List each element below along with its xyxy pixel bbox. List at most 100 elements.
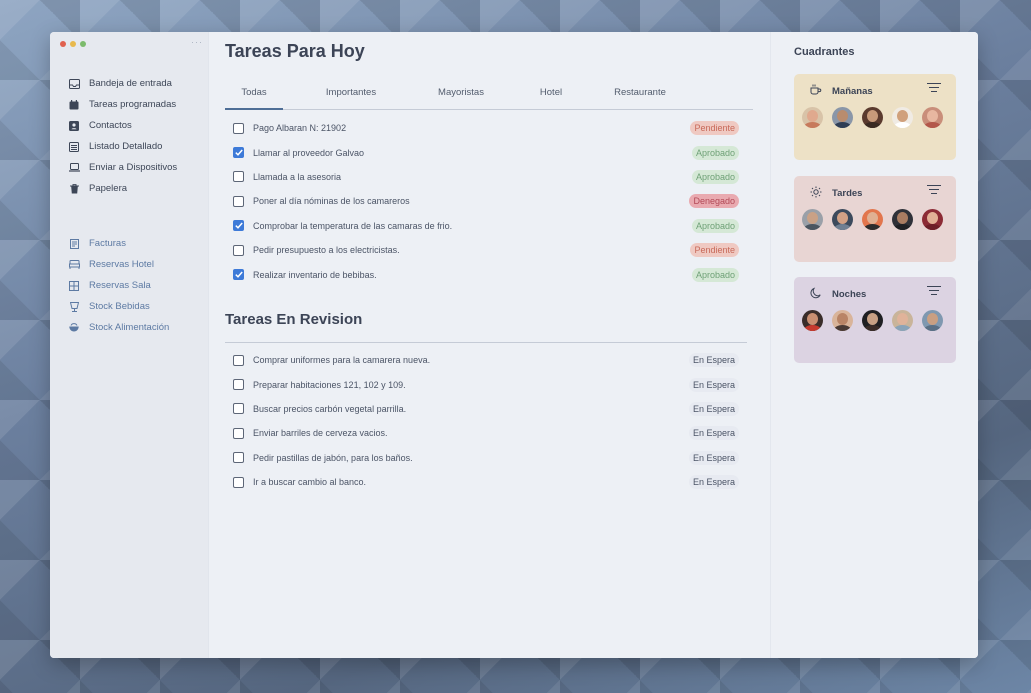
sidebar: ··· Bandeja de entrada Tareas programada… <box>50 32 209 658</box>
checkbox[interactable] <box>233 403 244 415</box>
avatar[interactable] <box>832 310 853 331</box>
task-row[interactable]: Enviar barriles de cerveza vacios. En Esp… <box>233 421 739 445</box>
trash-icon <box>68 183 80 195</box>
status-badge: En Espera <box>688 450 739 465</box>
filter-menu-icon[interactable] <box>927 286 941 296</box>
cup-icon <box>68 301 80 313</box>
sidebar-item-send-devices[interactable]: Enviar a Dispositivos <box>68 157 177 178</box>
checkbox[interactable] <box>233 244 244 256</box>
sidebar-item-scheduled[interactable]: Tareas programadas <box>68 94 177 115</box>
status-badge: Denegado <box>689 194 739 209</box>
avatar[interactable] <box>802 209 823 230</box>
sidebar-item-label: Facturas <box>89 238 126 249</box>
laptop-icon <box>68 162 80 174</box>
task-row[interactable]: Llamar al proveedor Galvao Aprobado <box>233 140 739 164</box>
task-row[interactable]: Pago Albaran N: 21902 Pendiente <box>233 116 739 140</box>
tab-mayoristas[interactable]: Mayoristas <box>431 76 491 109</box>
filter-menu-icon[interactable] <box>927 83 941 93</box>
contact-card-icon <box>68 120 80 132</box>
status-badge: En Espera <box>688 475 739 490</box>
task-row[interactable]: Pedir pastillas de jabón, para los baños… <box>233 446 739 470</box>
sidebar-item-label: Tareas programadas <box>89 99 177 110</box>
inbox-icon <box>68 78 80 90</box>
avatar[interactable] <box>802 310 823 331</box>
tab-hotel[interactable]: Hotel <box>531 76 571 109</box>
shift-card-mananas[interactable]: Mañanas <box>794 74 956 160</box>
task-text: Enviar barriles de cerveza vacios. <box>253 428 388 439</box>
shifts-title: Cuadrantes <box>794 46 855 58</box>
task-text: Comprar uniformes para la camarera nueva… <box>253 355 431 366</box>
sidebar-item-trash[interactable]: Papelera <box>68 178 177 199</box>
avatar-group <box>802 107 943 128</box>
avatar[interactable] <box>802 107 823 128</box>
sidebar-item-label: Stock Alimentación <box>89 322 170 333</box>
avatar[interactable] <box>922 107 943 128</box>
avatar[interactable] <box>892 107 913 128</box>
task-row[interactable]: Realizar inventario de bebibas. Aprobado <box>233 262 739 286</box>
avatar[interactable] <box>922 209 943 230</box>
checkbox[interactable] <box>233 476 244 488</box>
task-row[interactable]: Pedir presupuesto a los electricistas. Pe… <box>233 238 739 262</box>
sidebar-item-invoices[interactable]: Facturas <box>68 233 169 254</box>
shifts-panel: Cuadrantes Mañanas Tardes Noches <box>770 32 978 658</box>
avatar[interactable] <box>862 107 883 128</box>
avatar[interactable] <box>862 310 883 331</box>
sidebar-item-label: Listado Detallado <box>89 141 163 152</box>
maximize-button[interactable] <box>80 41 86 47</box>
checkbox[interactable] <box>233 354 244 366</box>
task-row[interactable]: Ir a buscar cambio al banco. En Espera <box>233 470 739 494</box>
sidebar-primary-nav: Bandeja de entrada Tareas programadas Co… <box>68 73 177 199</box>
task-text: Pago Albaran N: 21902 <box>253 123 347 134</box>
sidebar-item-detailed-list[interactable]: Listado Detallado <box>68 136 177 157</box>
sidebar-item-room-bookings[interactable]: Reservas Sala <box>68 275 169 296</box>
sidebar-item-inbox[interactable]: Bandeja de entrada <box>68 73 177 94</box>
minimize-button[interactable] <box>70 41 76 47</box>
sidebar-item-food-stock[interactable]: Stock Alimentación <box>68 317 169 338</box>
status-badge: Aprobado <box>691 267 739 282</box>
avatar-group <box>802 310 943 331</box>
sidebar-item-hotel-bookings[interactable]: Reservas Hotel <box>68 254 169 275</box>
avatar[interactable] <box>892 310 913 331</box>
avatar[interactable] <box>832 209 853 230</box>
sidebar-item-label: Reservas Sala <box>89 280 151 291</box>
checkbox[interactable] <box>233 171 244 183</box>
checkbox[interactable] <box>233 427 244 439</box>
checkbox[interactable] <box>233 379 244 391</box>
sidebar-item-contacts[interactable]: Contactos <box>68 115 177 136</box>
task-row[interactable]: Preparar habitaciones 121, 102 y 109. En … <box>233 372 739 396</box>
sidebar-item-label: Contactos <box>89 120 132 131</box>
moon-icon <box>810 287 822 302</box>
tab-importantes[interactable]: Importantes <box>317 76 385 109</box>
close-button[interactable] <box>60 41 66 47</box>
task-row[interactable]: Comprobar la temperatura de las camaras … <box>233 214 739 238</box>
more-options-icon[interactable]: ··· <box>191 37 203 47</box>
checkbox[interactable] <box>233 452 244 464</box>
room-grid-icon <box>68 280 80 292</box>
avatar[interactable] <box>922 310 943 331</box>
checkbox-checked[interactable] <box>233 147 244 159</box>
checkbox[interactable] <box>233 122 244 134</box>
checkbox-checked[interactable] <box>233 220 244 232</box>
avatar[interactable] <box>892 209 913 230</box>
sidebar-item-drinks-stock[interactable]: Stock Bebidas <box>68 296 169 317</box>
checkbox-checked[interactable] <box>233 269 244 281</box>
check-icon <box>234 149 243 156</box>
checkbox[interactable] <box>233 195 244 207</box>
shift-label: Noches <box>832 289 867 300</box>
tab-todas[interactable]: Todas <box>225 76 283 110</box>
review-task-list: Comprar uniformes para la camarera nueva… <box>233 348 739 494</box>
avatar[interactable] <box>862 209 883 230</box>
shift-card-noches[interactable]: Noches <box>794 277 956 363</box>
task-text: Llamada a la asesoria <box>253 171 342 182</box>
shift-card-tardes[interactable]: Tardes <box>794 176 956 262</box>
task-row[interactable]: Comprar uniformes para la camarera nueva… <box>233 348 739 372</box>
avatar[interactable] <box>832 107 853 128</box>
task-row[interactable]: Llamada a la asesoria Aprobado <box>233 165 739 189</box>
task-row[interactable]: Poner al día nóminas de los camareros Den… <box>233 189 739 213</box>
window-controls <box>60 41 86 47</box>
task-row[interactable]: Buscar precios carbón vegetal parrilla. E… <box>233 397 739 421</box>
bed-icon <box>68 259 80 271</box>
filter-menu-icon[interactable] <box>927 185 941 195</box>
check-icon <box>234 222 243 230</box>
tab-restaurante[interactable]: Restaurante <box>605 76 675 109</box>
